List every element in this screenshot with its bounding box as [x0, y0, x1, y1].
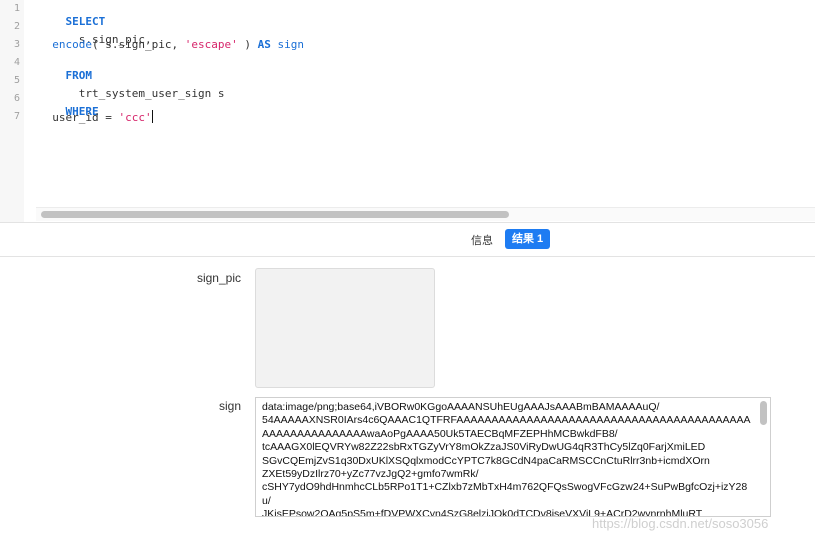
watermark: https://blog.csdn.net/soso3056 [592, 516, 769, 531]
code-args: ( s.sign_pic, [92, 38, 185, 51]
line-number: 3 [13, 39, 20, 50]
keyword-as: AS [257, 38, 271, 51]
result-tabbar: 信息 结果 1 [0, 223, 815, 257]
line-number: 2 [13, 21, 20, 32]
line-number-gutter: 1 2 3 4 5 6 7 [0, 0, 24, 222]
sign-pic-image-field[interactable] [255, 268, 435, 388]
tab-result-1[interactable]: 结果 1 [505, 229, 551, 249]
sign-value-textarea[interactable]: data:image/png;base64,iVBORw0KGgoAAAANSU… [255, 397, 771, 517]
line-number: 6 [13, 93, 20, 104]
sign-value-text: data:image/png;base64,iVBORw0KGgoAAAANSU… [262, 401, 751, 517]
text-caret [151, 110, 153, 123]
line-number: 7 [13, 111, 20, 122]
textarea-scrollbar[interactable] [760, 401, 767, 425]
tab-info[interactable]: 信息 [471, 232, 493, 248]
string-literal: 'escape' [184, 38, 238, 51]
function-encode: encode [52, 38, 92, 51]
scrollbar-thumb[interactable] [41, 211, 509, 218]
code-close-paren: ) [237, 38, 258, 51]
sign-pic-label: sign_pic [196, 271, 241, 285]
code-line-3: encode( s.sign_pic, 'escape' ) AS sign [39, 38, 304, 51]
code-condition: user_id = [39, 111, 119, 124]
string-literal: 'ccc' [118, 111, 152, 124]
code-line-7: user_id = 'ccc' [39, 110, 153, 124]
column-alias: sign [270, 38, 304, 51]
sign-label: sign [218, 399, 241, 413]
line-number: 1 [13, 3, 20, 14]
line-number: 4 [13, 57, 20, 68]
sql-editor[interactable]: 1 2 3 4 5 6 7 SELECT s.sign_pic, encode(… [0, 0, 815, 222]
line-number: 5 [13, 75, 20, 86]
horizontal-scrollbar[interactable] [36, 207, 815, 221]
